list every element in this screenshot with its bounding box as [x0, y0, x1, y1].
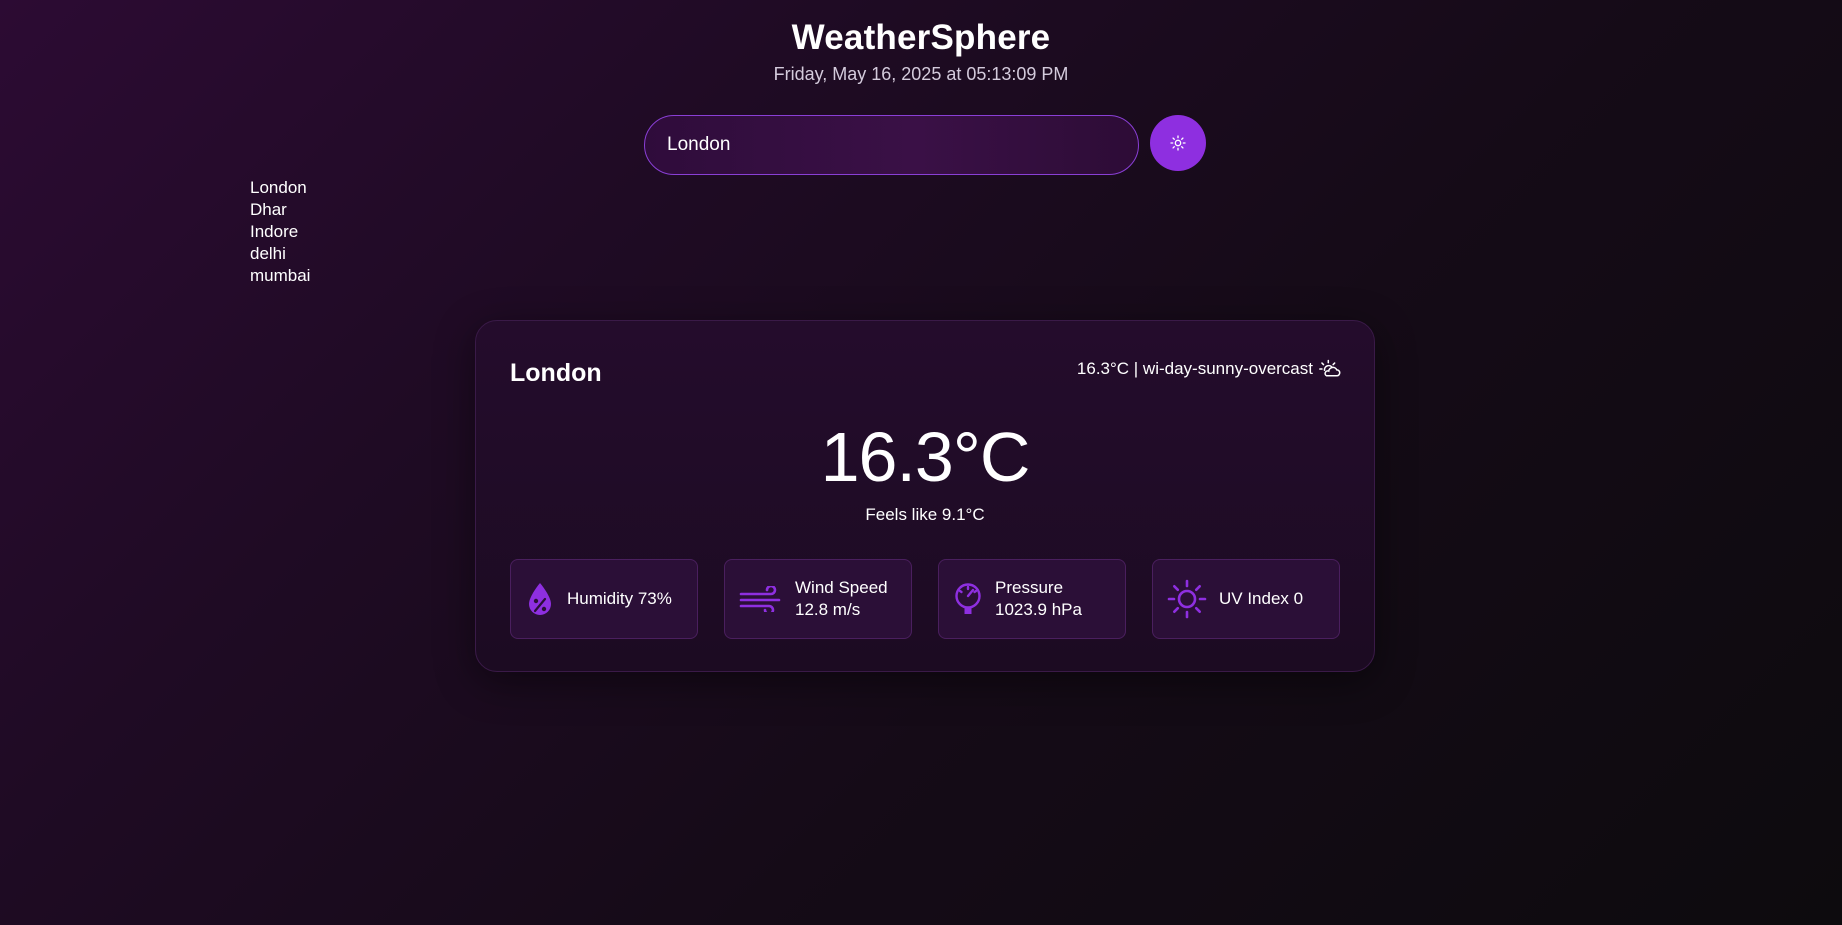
wind-value: 12.8 m/s	[795, 600, 861, 619]
history-item-mumbai[interactable]: mumbai	[250, 265, 310, 287]
history-item-delhi[interactable]: delhi	[250, 243, 310, 265]
app-title: WeatherSphere	[791, 18, 1051, 57]
uv-label: UV Index 0	[1219, 589, 1304, 608]
temperature-block: 16.3°C Feels like 9.1°C	[476, 418, 1374, 525]
pressure-stat: Pressure 1023.9 hPa	[938, 559, 1126, 639]
wind-stat: Wind Speed 12.8 m/s	[724, 559, 912, 639]
city-name: London	[510, 359, 602, 387]
history-item-indore[interactable]: Indore	[250, 221, 310, 243]
pressure-text: Pressure 1023.9 hPa	[995, 577, 1082, 621]
temperature-value: 16.3°C	[820, 418, 1031, 496]
uv-stat: UV Index 0	[1152, 559, 1340, 639]
wind-text: Wind Speed 12.8 m/s	[795, 577, 888, 621]
uv-sun-icon	[1167, 579, 1207, 619]
pressure-label: Pressure	[995, 578, 1064, 597]
city-search-input[interactable]	[644, 115, 1139, 175]
humidity-label: Humidity 73%	[567, 589, 672, 608]
weather-condition: 16.3°C | wi-day-sunny-overcast	[1077, 359, 1341, 379]
history-item-dhar[interactable]: Dhar	[250, 199, 310, 221]
sun-icon	[1170, 135, 1186, 151]
search-history-list: London Dhar Indore delhi mumbai	[250, 177, 310, 287]
feels-like: Feels like 9.1°C	[865, 504, 985, 524]
current-datetime: Friday, May 16, 2025 at 05:13:09 PM	[773, 64, 1069, 84]
wind-label: Wind Speed	[795, 578, 888, 597]
gauge-icon	[955, 583, 981, 614]
condition-text: 16.3°C | wi-day-sunny-overcast	[1076, 359, 1313, 378]
header: WeatherSphere Friday, May 16, 2025 at 05…	[0, 18, 1842, 85]
search-bar	[644, 115, 1206, 175]
search-button[interactable]	[1150, 115, 1206, 171]
weather-card: London 16.3°C | wi-day-sunny-overcast 16…	[475, 320, 1375, 672]
weather-stats: Humidity 73% Wind Speed 12.8 m/s Pressur…	[510, 559, 1340, 639]
sun-cloud-icon	[1319, 359, 1341, 377]
humidity-stat: Humidity 73%	[510, 559, 698, 639]
wind-icon	[739, 586, 781, 612]
history-item-london[interactable]: London	[250, 177, 310, 199]
humidity-drop-icon	[529, 583, 551, 615]
pressure-value: 1023.9 hPa	[995, 600, 1082, 619]
